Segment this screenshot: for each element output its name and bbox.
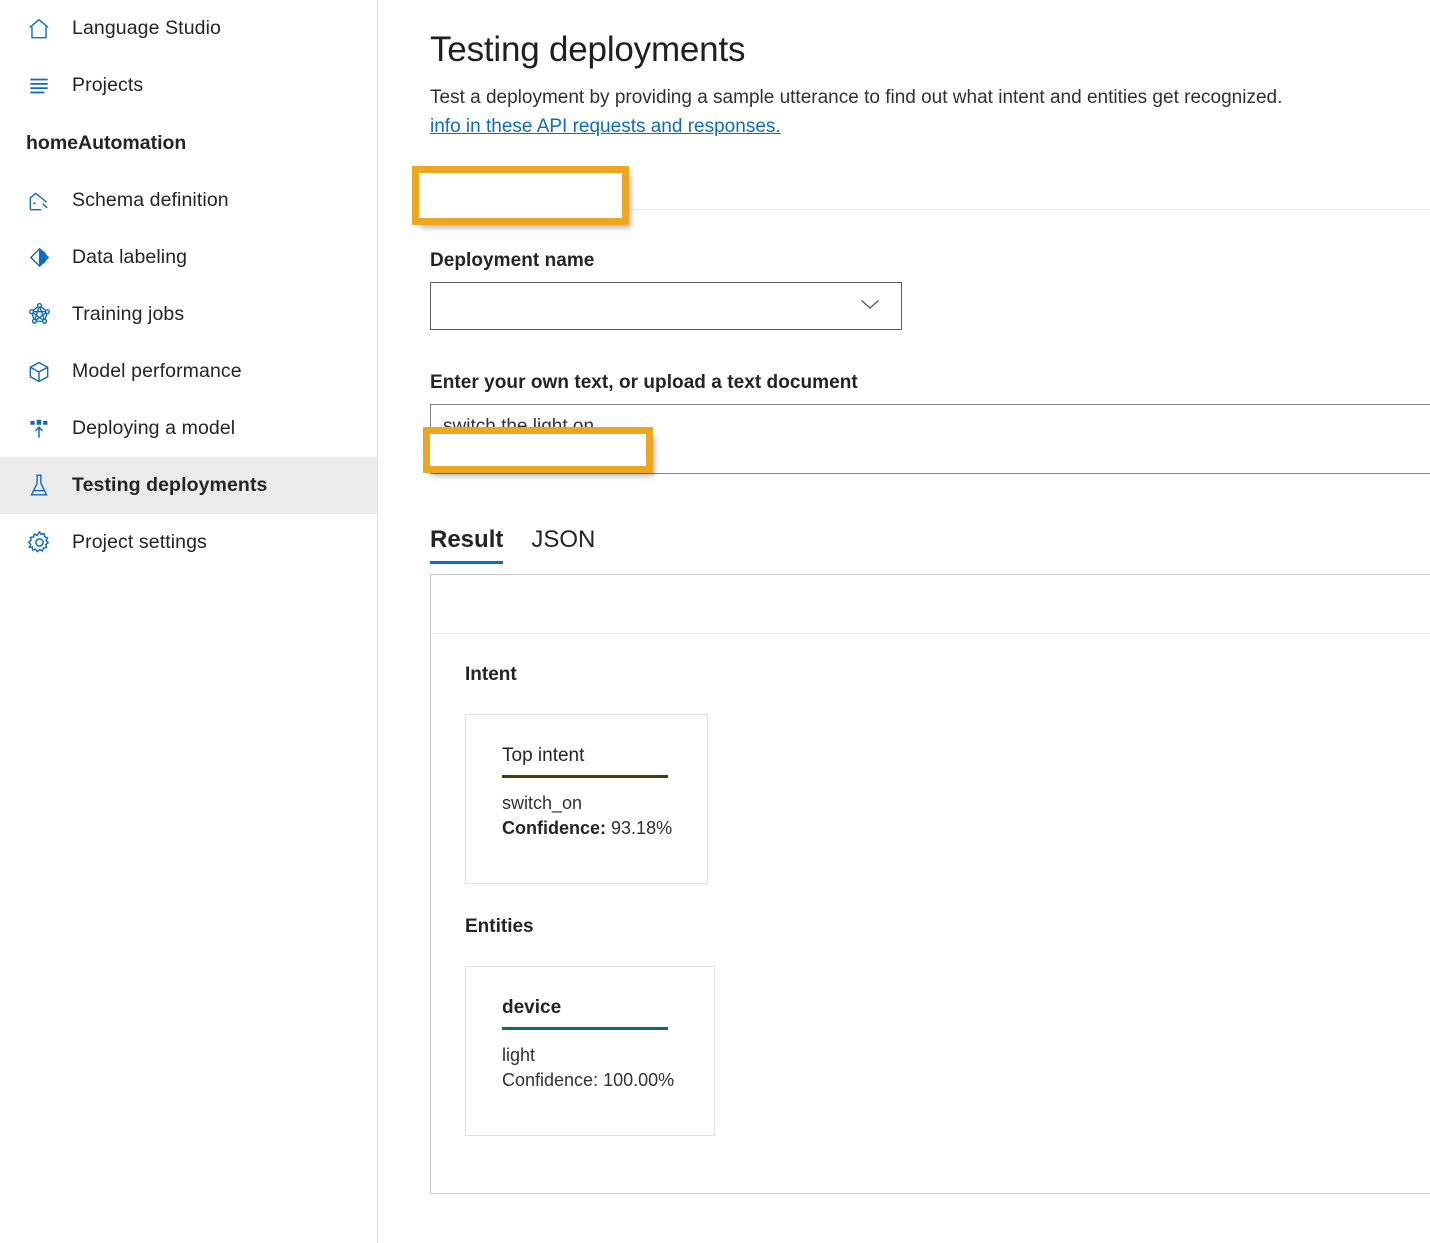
sidebar-item-project-settings[interactable]: Project settings <box>0 514 377 571</box>
utterance-highlight-backing <box>430 434 653 473</box>
deployment-name-label: Deployment name <box>430 250 1430 272</box>
sidebar-item-label: Projects <box>72 74 143 97</box>
sidebar-item-label: Data labeling <box>72 246 187 269</box>
tag-icon <box>24 243 54 273</box>
utterance-label: Enter your own text, or upload a text do… <box>430 372 1430 394</box>
network-icon <box>24 300 54 330</box>
entity-card-title: device <box>502 997 561 1023</box>
app-root: Language Studio Projects homeAutomation … <box>0 0 1430 1243</box>
sidebar-item-data-labeling[interactable]: Data labeling <box>0 229 377 286</box>
sidebar-item-label: Language Studio <box>72 17 221 40</box>
top-intent-card-lines: switch_on Confidence: 93.18% <box>502 791 707 841</box>
sidebar-item-schema-definition[interactable]: Schema definition <box>0 172 377 229</box>
intent-section-title: Intent <box>465 664 1430 686</box>
result-panel-body: Intent Top intent switch_on Confidence: … <box>431 634 1430 1136</box>
entity-accent-rule <box>502 1027 668 1030</box>
flask-icon <box>24 471 54 501</box>
gear-icon <box>24 528 54 558</box>
page-description-text: Test a deployment by providing a sample … <box>430 87 1282 108</box>
top-intent-confidence-value: 93.18% <box>611 818 672 838</box>
sidebar-item-label: Training jobs <box>72 303 184 326</box>
sidebar-item-projects[interactable]: Projects <box>0 57 377 114</box>
project-name: homeAutomation <box>0 114 377 172</box>
result-panel: Intent Top intent switch_on Confidence: … <box>430 574 1430 1194</box>
top-intent-card-title: Top intent <box>502 745 584 771</box>
top-intent-confidence-label: Confidence: <box>502 818 606 838</box>
home-icon <box>24 14 54 44</box>
sidebar-item-label: Deploying a model <box>72 417 235 440</box>
list-icon <box>24 71 54 101</box>
top-intent-accent-rule <box>502 775 668 778</box>
sidebar-item-label: Project settings <box>72 531 207 554</box>
sidebar-item-label: Testing deployments <box>72 474 267 497</box>
sidebar-item-testing-deployments[interactable]: Testing deployments <box>0 457 377 514</box>
sidebar-item-deploying-a-model[interactable]: Deploying a model <box>0 400 377 457</box>
top-intent-name: switch_on <box>502 791 707 816</box>
schema-icon <box>24 186 54 216</box>
chevron-down-icon <box>859 297 881 316</box>
entity-confidence-value: 100.00% <box>603 1070 674 1090</box>
result-panel-header <box>431 575 1430 634</box>
deploy-icon <box>24 414 54 444</box>
api-docs-link[interactable]: info in these API requests and responses… <box>430 112 1430 141</box>
result-tabs: Result JSON <box>430 522 1430 564</box>
sidebar-item-model-performance[interactable]: Model performance <box>0 343 377 400</box>
sidebar-item-training-jobs[interactable]: Training jobs <box>0 286 377 343</box>
sidebar-item-label: Model performance <box>72 360 242 383</box>
entity-card: device light Confidence: 100.00% <box>465 966 715 1136</box>
tab-json[interactable]: JSON <box>531 526 595 564</box>
page-title: Testing deployments <box>430 0 1430 70</box>
entity-value: light <box>502 1043 714 1068</box>
sidebar-item-language-studio[interactable]: Language Studio <box>0 0 377 57</box>
run-test-highlight-backing <box>419 173 629 225</box>
tab-result[interactable]: Result <box>430 526 503 564</box>
entity-card-lines: light Confidence: 100.00% <box>502 1043 714 1093</box>
entities-section-title: Entities <box>465 916 1430 938</box>
sidebar: Language Studio Projects homeAutomation … <box>0 0 378 1243</box>
deployment-name-dropdown[interactable] <box>430 282 902 330</box>
page-description: Test a deployment by providing a sample … <box>430 70 1430 141</box>
top-intent-card: Top intent switch_on Confidence: 93.18% <box>465 714 708 884</box>
sidebar-item-label: Schema definition <box>72 189 229 212</box>
cube-icon <box>24 357 54 387</box>
entity-confidence-label: Confidence: <box>502 1070 598 1090</box>
